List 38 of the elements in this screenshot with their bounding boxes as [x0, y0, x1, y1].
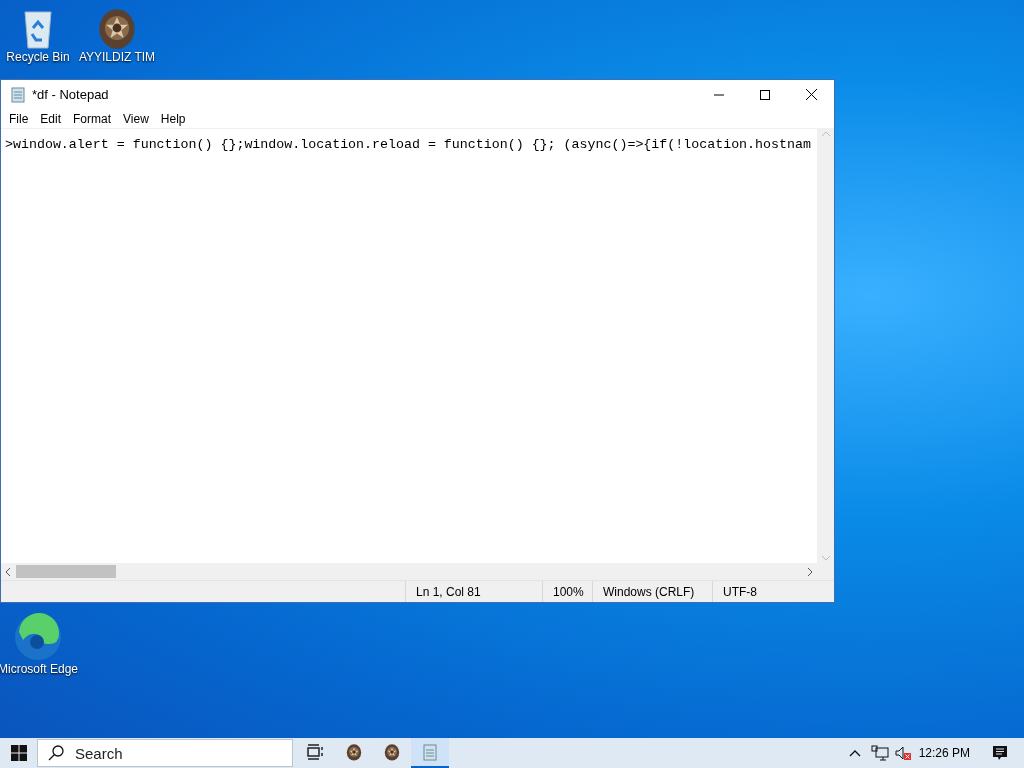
scrollbar-thumb[interactable] [16, 565, 116, 578]
taskbar-app[interactable] [411, 738, 449, 768]
notepad-icon [421, 743, 439, 761]
menu-item[interactable]: Format [67, 109, 118, 128]
status-text: 100% [542, 581, 592, 602]
vertical-scrollbar[interactable] [817, 129, 834, 563]
desktop-icon-label[interactable]: Recycle Bin [6, 50, 70, 65]
emblem-icon [345, 743, 363, 761]
chevron-up-icon[interactable] [848, 749, 861, 757]
window-title: *df - Notepad [32, 85, 109, 104]
edge-icon [13, 612, 63, 662]
task-view-icon [307, 744, 325, 760]
status-text: Windows (CRLF) [592, 581, 712, 602]
menu-item[interactable]: View [117, 109, 155, 128]
menu-item[interactable]: Help [154, 109, 192, 128]
menu-item[interactable]: Edit [34, 109, 68, 128]
code-line: >window.alert = function() {};window.location.reload = function() {}; (async()=>{if(!location.hostnam [5, 137, 811, 152]
close-icon [805, 89, 817, 100]
horizontal-scrollbar[interactable] [1, 563, 817, 580]
notifications-icon[interactable] [992, 745, 1008, 761]
maximize-icon [760, 89, 770, 100]
scroll-right-icon [808, 567, 813, 576]
status-text: UTF-8 [712, 581, 812, 602]
scroll-up-icon [821, 131, 830, 136]
menu-item[interactable]: File [3, 109, 35, 128]
desktop-icon-label[interactable]: AYYILDIZ TIM [78, 50, 156, 65]
speaker-icon[interactable] [894, 745, 911, 761]
search-icon [48, 745, 64, 761]
notepad-icon [10, 86, 26, 103]
scroll-left-icon [5, 567, 10, 576]
status-text: Ln 1, Col 81 [405, 581, 542, 602]
clock[interactable]: 12:26 PM [918, 744, 970, 762]
windows-logo-icon [10, 745, 27, 761]
scroll-down-icon [821, 556, 830, 561]
emblem-icon [383, 743, 401, 761]
text-area[interactable]: >window.alert = function() {};window.location.reload = function() {}; (async()=>{if(!location.hostnam [1, 129, 817, 563]
network-icon[interactable] [870, 745, 889, 761]
search-field[interactable]: Search [37, 739, 293, 767]
